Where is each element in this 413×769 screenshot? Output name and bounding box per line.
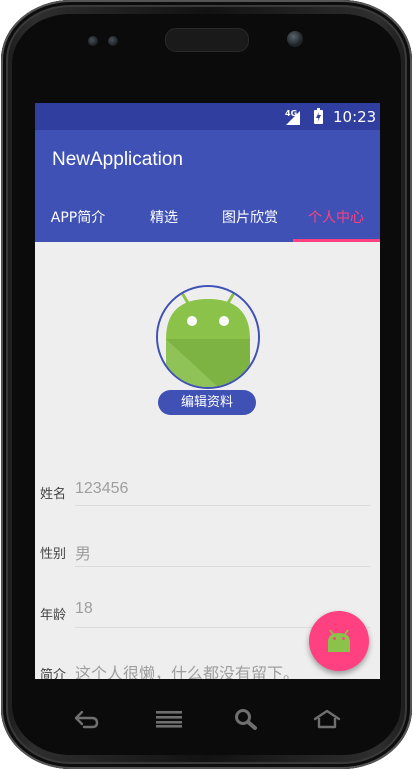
gender-field[interactable]: 男 [75,540,91,564]
tab-indicator [293,239,380,242]
age-field[interactable]: 18 [75,600,93,618]
name-field[interactable]: 123456 [75,480,128,498]
proximity-sensor [88,36,98,46]
gender-underline [75,566,370,567]
tab-bar: APP简介 精选 图片欣赏 个人中心 [35,194,380,242]
bio-label: 简介 [40,668,67,679]
avatar[interactable] [156,285,260,389]
app-title: NewApplication [52,149,183,170]
gender-label: 性别 [40,547,67,562]
floating-action-button[interactable] [309,611,369,671]
android-avatar-icon [158,287,258,387]
edit-profile-button[interactable]: 编辑资料 [158,390,256,415]
tab-app-intro[interactable]: APP简介 [35,194,121,242]
home-icon[interactable] [312,708,342,730]
app-bar: NewApplication [35,130,380,194]
clock: 10:23 [333,108,377,126]
bio-field[interactable]: 这个人很懒，什么都没有留下。 [75,660,299,679]
back-icon[interactable] [72,709,100,729]
tab-personal-center[interactable]: 个人中心 [293,194,379,242]
signal-icon [286,111,300,125]
android-icon [328,630,350,652]
name-underline [75,505,370,506]
search-icon[interactable] [234,708,258,730]
age-label: 年龄 [40,608,67,623]
earpiece-grill [165,28,249,52]
status-bar: 4G 10:23 [35,103,380,130]
menu-icon[interactable] [155,710,183,728]
tab-gallery[interactable]: 图片欣赏 [207,194,293,242]
tab-featured[interactable]: 精选 [121,194,207,242]
front-camera [287,31,303,47]
battery-icon [314,108,323,124]
light-sensor [108,36,118,46]
phone-frame: 4G 10:23 NewApplication APP简介 精选 图片欣赏 个人… [0,0,413,769]
name-label: 姓名 [40,487,67,502]
screen: 4G 10:23 NewApplication APP简介 精选 图片欣赏 个人… [35,103,380,679]
